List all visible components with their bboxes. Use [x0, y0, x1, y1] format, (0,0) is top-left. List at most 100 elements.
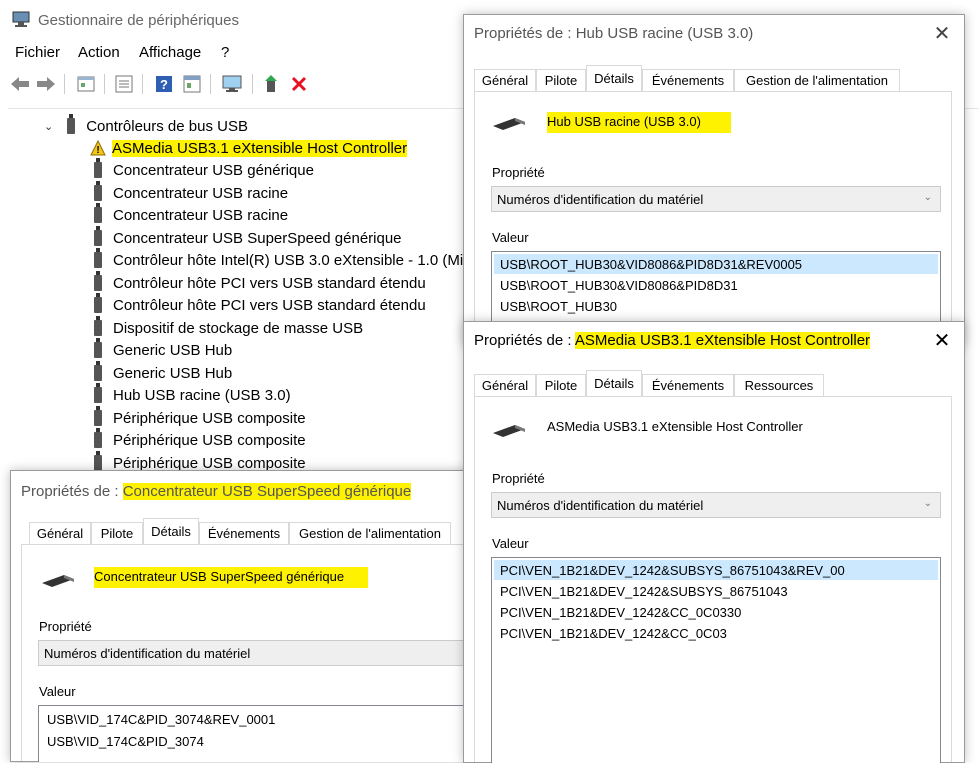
tree-device[interactable]: Concentrateur USB racine — [94, 203, 288, 226]
list-item[interactable]: PCI\VEN_1B21&DEV_1242&CC_0C0330 — [494, 602, 938, 622]
tab-general[interactable]: Général — [29, 522, 91, 544]
list-item[interactable]: USB\ROOT_HUB30&VID8086&PID8D31&REV0005 — [494, 254, 938, 274]
chevron-down-icon[interactable]: ⌄ — [44, 120, 53, 133]
tree-device[interactable]: Contrôleur hôte PCI vers USB standard ét… — [94, 271, 426, 294]
tab-strip: Général Pilote Détails Événements Gestio… — [21, 518, 471, 544]
device-name: ASMedia USB3.1 eXtensible Host Controlle… — [547, 419, 803, 434]
tab-gestion-alimentation[interactable]: Gestion de l'alimentation — [734, 69, 900, 91]
toolbar-separator — [210, 74, 211, 94]
property-select[interactable]: Numéros d'identification du matériel — [38, 640, 482, 666]
tab-panel: ASMedia USB3.1 eXtensible Host Controlle… — [474, 396, 952, 763]
usb-icon — [94, 316, 102, 336]
category-label: Contrôleurs de bus USB — [86, 117, 248, 135]
usb-icon — [94, 293, 102, 313]
properties-icon[interactable] — [74, 72, 98, 96]
forward-arrow-icon[interactable] — [34, 72, 58, 96]
dialog-title: Propriétés de : Concentrateur USB SuperS… — [21, 483, 412, 500]
usb-device-icon — [42, 575, 74, 587]
value-label: Valeur — [39, 684, 76, 699]
property-label: Propriété — [39, 619, 92, 634]
chevron-down-icon: ⌄ — [923, 498, 932, 509]
tab-evenements[interactable]: Événements — [199, 522, 289, 544]
device-label: ASMedia USB3.1 eXtensible Host Controlle… — [112, 139, 408, 157]
property-select[interactable]: Numéros d'identification du matériel ⌄ — [491, 492, 941, 518]
tab-gestion-alimentation[interactable]: Gestion de l'alimentation — [289, 522, 451, 544]
list-icon[interactable] — [112, 72, 136, 96]
menu-affichage[interactable]: Affichage — [139, 44, 201, 61]
property-label: Propriété — [492, 165, 545, 180]
usb-icon — [94, 361, 102, 381]
value-label: Valeur — [492, 536, 529, 551]
tree-device[interactable]: Périphérique USB composite — [94, 428, 306, 451]
help-icon[interactable]: ? — [152, 72, 176, 96]
list-item[interactable]: USB\ROOT_HUB30 — [494, 296, 938, 316]
tree-device[interactable]: Dispositif de stockage de masse USB — [94, 316, 363, 339]
tree-device[interactable]: Contrôleur hôte PCI vers USB standard ét… — [94, 293, 426, 316]
toolbar-separator — [142, 74, 143, 94]
update-driver-icon[interactable] — [260, 72, 284, 96]
value-list[interactable]: USB\VID_174C&PID_3074&REV_0001 USB\VID_1… — [38, 705, 482, 762]
toolbar-separator — [64, 74, 65, 94]
tree-device[interactable]: ! ASMedia USB3.1 eXtensible Host Control… — [90, 137, 408, 159]
menu-help[interactable]: ? — [221, 44, 229, 61]
list-item[interactable]: USB\VID_174C&PID_3074&REV_0001 — [41, 709, 481, 729]
tree-device[interactable]: Concentrateur USB racine — [94, 181, 288, 204]
toolbar-separator — [104, 74, 105, 94]
tab-evenements[interactable]: Événements — [642, 374, 734, 396]
device-name: Hub USB racine (USB 3.0) — [547, 112, 731, 133]
view-icon[interactable] — [180, 72, 204, 96]
tab-strip: Général Pilote Détails Événements Ressou… — [474, 370, 954, 396]
tree-device[interactable]: Périphérique USB composite — [94, 406, 306, 429]
usb-icon — [94, 271, 102, 291]
tab-pilote[interactable]: Pilote — [536, 374, 586, 396]
tree-device[interactable]: Generic USB Hub — [94, 361, 232, 384]
tab-general[interactable]: Général — [474, 69, 536, 91]
title-device: Concentrateur USB SuperSpeed générique — [122, 483, 412, 500]
device-label: Contrôleur hôte PCI vers USB standard ét… — [113, 274, 426, 292]
close-icon[interactable]: ✕ — [930, 21, 954, 46]
list-item[interactable]: USB\VID_174C&PID_3074 — [41, 731, 481, 751]
device-label: Hub USB racine (USB 3.0) — [113, 386, 291, 404]
tab-general[interactable]: Général — [474, 374, 536, 396]
property-select[interactable]: Numéros d'identification du matériel ⌄ — [491, 186, 941, 212]
chevron-down-icon: ⌄ — [923, 192, 932, 203]
tab-evenements[interactable]: Événements — [642, 69, 734, 91]
tab-details[interactable]: Détails — [143, 518, 199, 544]
value-list[interactable]: PCI\VEN_1B21&DEV_1242&SUBSYS_86751043&RE… — [491, 557, 941, 763]
menu-action[interactable]: Action — [78, 44, 120, 61]
usb-icon — [94, 406, 102, 426]
list-item[interactable]: USB\ROOT_HUB30&VID8086&PID8D31 — [494, 275, 938, 295]
tab-panel: Hub USB racine (USB 3.0) Propriété Numér… — [474, 91, 952, 346]
property-value: Numéros d'identification du matériel — [497, 497, 704, 513]
tab-pilote[interactable]: Pilote — [91, 522, 143, 544]
usb-icon — [94, 428, 102, 448]
close-icon[interactable]: ✕ — [930, 328, 954, 353]
list-item[interactable]: PCI\VEN_1B21&DEV_1242&SUBSYS_86751043 — [494, 581, 938, 601]
list-item[interactable]: PCI\VEN_1B21&DEV_1242&SUBSYS_86751043&RE… — [494, 560, 938, 580]
uninstall-x-icon[interactable] — [287, 72, 311, 96]
usb-icon — [94, 338, 102, 358]
toolbar-separator — [252, 74, 253, 94]
device-name: Concentrateur USB SuperSpeed générique — [94, 567, 369, 588]
tab-details[interactable]: Détails — [586, 65, 642, 91]
tab-details[interactable]: Détails — [586, 370, 642, 396]
tree-device[interactable]: Contrôleur hôte Intel(R) USB 3.0 eXtensi… — [94, 248, 484, 271]
monitor-icon[interactable] — [220, 72, 244, 96]
tab-ressources[interactable]: Ressources — [734, 374, 824, 396]
usb-icon — [94, 226, 102, 246]
device-label: Contrôleur hôte Intel(R) USB 3.0 eXtensi… — [113, 251, 484, 269]
back-arrow-icon[interactable] — [8, 72, 32, 96]
tree-device[interactable]: Hub USB racine (USB 3.0) — [94, 383, 291, 406]
dialog-asmedia: Propriétés de : ASMedia USB3.1 eXtensibl… — [463, 321, 965, 763]
device-label: Périphérique USB composite — [113, 454, 306, 472]
tree-device[interactable]: Concentrateur USB SuperSpeed générique — [94, 226, 402, 249]
tab-pilote[interactable]: Pilote — [536, 69, 586, 91]
dialog-superspeed: Propriétés de : Concentrateur USB SuperS… — [10, 470, 482, 762]
list-item[interactable]: PCI\VEN_1B21&DEV_1242&CC_0C03 — [494, 623, 938, 643]
dialog-title: Propriétés de : Hub USB racine (USB 3.0) — [474, 25, 754, 42]
tree-device[interactable]: Concentrateur USB générique — [94, 158, 314, 181]
tree-device[interactable]: Generic USB Hub — [94, 338, 232, 361]
menu-fichier[interactable]: Fichier — [15, 44, 60, 61]
tree-category[interactable]: ⌄ Contrôleurs de bus USB — [44, 114, 248, 137]
usb-icon — [94, 383, 102, 403]
